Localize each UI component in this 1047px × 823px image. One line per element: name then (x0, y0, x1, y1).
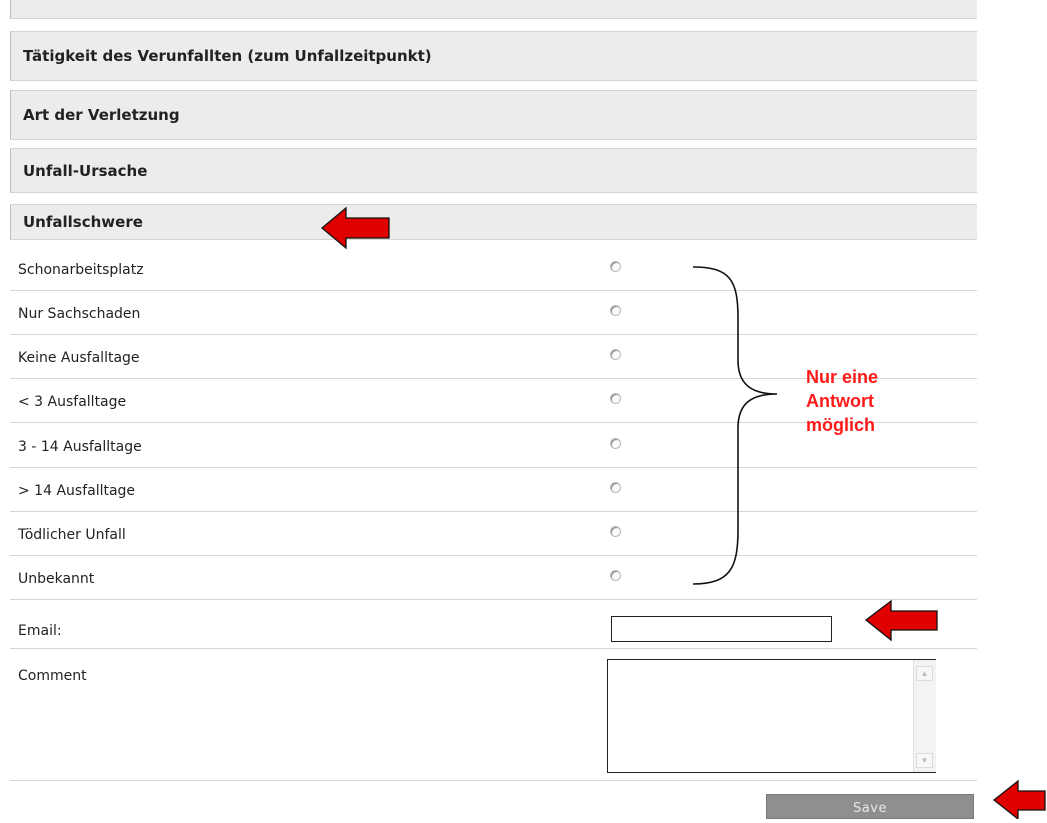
red-arrow-icon (992, 779, 1046, 819)
annotation-overlay (320, 206, 1046, 819)
red-arrow-icon (320, 206, 390, 250)
red-arrow-icon (864, 599, 938, 642)
curly-brace-icon (692, 266, 778, 585)
